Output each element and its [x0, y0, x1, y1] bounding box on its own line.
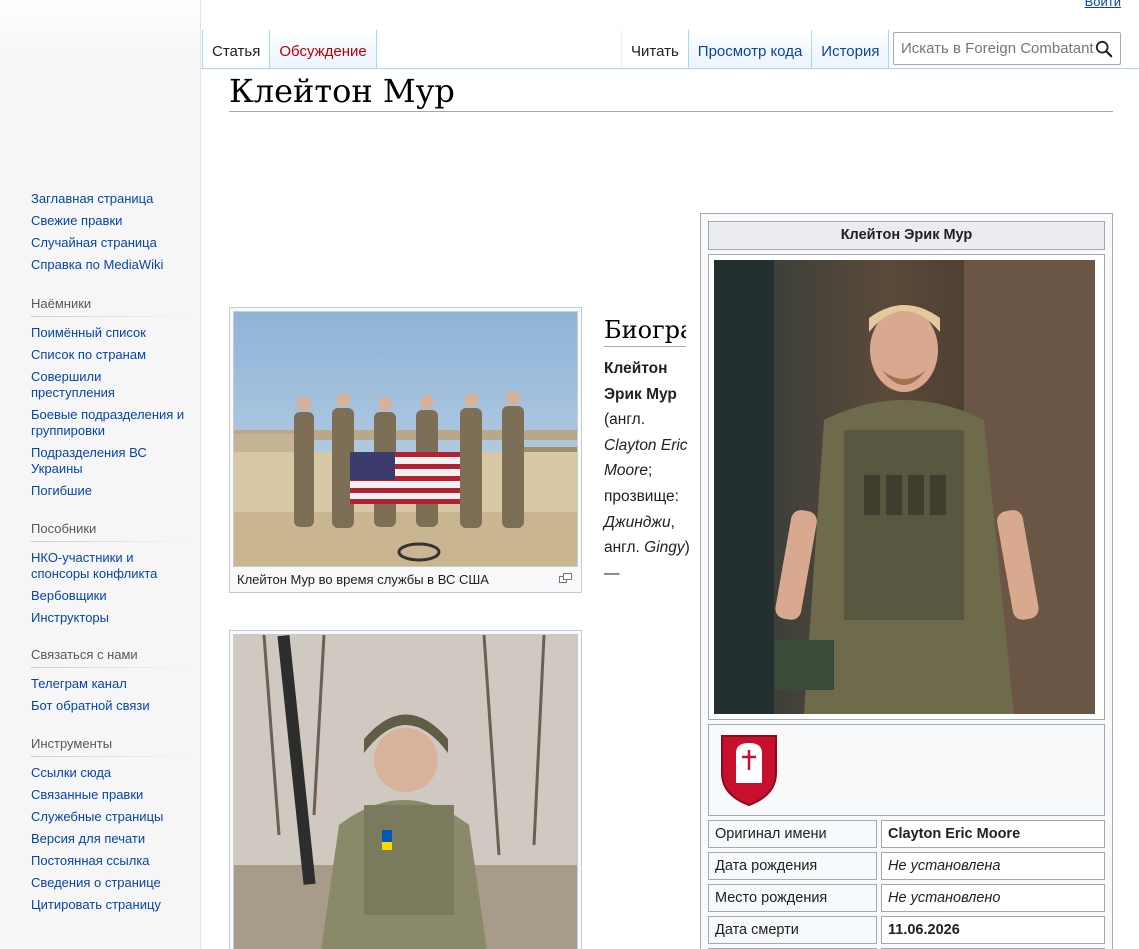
page-title: Клейтон Мур — [229, 72, 455, 110]
combat-photo[interactable] — [233, 634, 578, 949]
infobox-label: Дата рождения — [708, 852, 877, 880]
section-heading-biography: Биография — [604, 316, 686, 347]
nav-crimes[interactable]: Совершили преступления — [31, 369, 141, 401]
portlet-navigation: Заглавная страница Свежие правки Случайн… — [31, 191, 191, 279]
search-icon[interactable] — [1095, 40, 1113, 58]
infobox-value: Не установлена — [881, 852, 1105, 880]
thumbnail-caption: Клейтон Мур во время службы в ВС США — [233, 567, 578, 589]
infobox-portrait-image[interactable] — [714, 260, 1095, 714]
thumbnail-combat-photo — [229, 630, 582, 949]
tool-related-changes[interactable]: Связанные правки — [31, 787, 191, 803]
tool-page-info[interactable]: Сведения о странице — [31, 875, 191, 891]
namespace-tabs: Статья Обсуждение — [202, 30, 377, 69]
portlet-contact: Связаться с нами Телеграм канал Бот обра… — [31, 647, 191, 720]
portlet-heading-tools: Инструменты — [31, 736, 191, 757]
nav-combat-units[interactable]: Боевые подразделения и группировки — [31, 407, 191, 439]
tool-permanent-link[interactable]: Постоянная ссылка — [31, 853, 191, 869]
tab-discussion[interactable]: Обсуждение — [270, 30, 377, 69]
nav-by-country[interactable]: Список по странам — [31, 347, 191, 363]
infobox-label: Место рождения — [708, 884, 877, 912]
memorial-shield-icon — [721, 735, 777, 807]
infobox-label: Дата смерти — [708, 916, 877, 944]
nav-telegram[interactable]: Телеграм канал — [31, 676, 191, 692]
portlet-heading-accomplices: Пособники — [31, 521, 191, 542]
tool-print-version[interactable]: Версия для печати — [31, 831, 191, 847]
caption-text: Клейтон Мур во время службы в ВС США — [237, 572, 489, 587]
infobox-photo-frame — [708, 254, 1105, 720]
bio-nickname-latin: Gingy — [644, 539, 685, 557]
magnify-icon[interactable] — [559, 573, 572, 583]
infobox-emblem-cell — [708, 724, 1105, 816]
bio-nickname: Джинджи — [604, 513, 671, 531]
tab-view-source[interactable]: Просмотр кода — [688, 30, 813, 69]
portlet-heading-mercenaries: Наёмники — [31, 296, 191, 317]
login-link[interactable]: Войти — [1085, 0, 1121, 9]
nav-help[interactable]: Справка по MediaWiki — [31, 257, 191, 273]
bio-name: Клейтон Эрик Мур — [604, 360, 677, 403]
nav-instructors[interactable]: Инструкторы — [31, 610, 191, 626]
infobox-row-original-name: Оригинал имени Clayton Eric Moore — [708, 820, 1105, 848]
nav-ngo-sponsors[interactable]: НКО-участники и спонсоры конфликта — [31, 550, 176, 582]
tab-history[interactable]: История — [812, 30, 890, 69]
infobox-row-birth-place: Место рождения Не установлено — [708, 884, 1105, 912]
infobox-value: Clayton Eric Moore — [881, 820, 1105, 848]
portlet-tools: Инструменты Ссылки сюда Связанные правки… — [31, 736, 191, 919]
nav-main-page[interactable]: Заглавная страница — [31, 191, 191, 207]
tool-special-pages[interactable]: Служебные страницы — [31, 809, 191, 825]
nav-name-list[interactable]: Поимённый список — [31, 325, 191, 341]
view-tabs: Читать Просмотр кода История — [621, 30, 890, 69]
soldiers-group-image — [234, 312, 577, 566]
bio-lang1: (англ. — [604, 411, 646, 429]
biography-paragraph: Клейтон Эрик Мур (англ. Clayton Eric Moo… — [604, 356, 690, 586]
tab-read[interactable]: Читать — [621, 30, 689, 69]
portlet-accomplices: Пособники НКО-участники и спонсоры конфл… — [31, 521, 191, 632]
title-divider — [229, 111, 1113, 112]
infobox-title: Клейтон Эрик Мур — [708, 221, 1105, 250]
infobox: Клейтон Эрик Мур Оригинал имени Clayton … — [700, 213, 1113, 949]
service-photo[interactable] — [233, 311, 578, 567]
portlet-heading-contact: Связаться с нами — [31, 647, 191, 668]
nav-recruiters[interactable]: Вербовщики — [31, 588, 191, 604]
nav-killed[interactable]: Погибшие — [31, 483, 191, 499]
content-top-border — [201, 68, 1139, 69]
tool-what-links-here[interactable]: Ссылки сюда — [31, 765, 191, 781]
nav-feedback-bot[interactable]: Бот обратной связи — [31, 698, 191, 714]
infobox-value: 11.06.2026 — [881, 916, 1105, 944]
infobox-label: Оригинал имени — [708, 820, 877, 848]
portlet-mercenaries: Наёмники Поимённый список Список по стра… — [31, 296, 191, 505]
infobox-row-death-date: Дата смерти 11.06.2026 — [708, 916, 1105, 944]
tool-cite-page[interactable]: Цитировать страницу — [31, 897, 191, 913]
infobox-row-birth-date: Дата рождения Не установлена — [708, 852, 1105, 880]
bio-latin-name: Clayton Eric Moore — [604, 436, 688, 480]
thumbnail-service-photo: Клейтон Мур во время службы в ВС США — [229, 307, 582, 593]
nav-ukraine-units[interactable]: Подразделения ВС Украины — [31, 445, 171, 477]
nav-random-page[interactable]: Случайная страница — [31, 235, 191, 251]
sidebar: Заглавная страница Свежие правки Случайн… — [0, 0, 201, 949]
nav-recent-changes[interactable]: Свежие правки — [31, 213, 191, 229]
tab-article[interactable]: Статья — [203, 30, 271, 69]
search-box — [893, 32, 1121, 65]
infobox-value: Не установлено — [881, 884, 1105, 912]
search-input[interactable] — [901, 40, 1097, 57]
soldier-portrait-image — [234, 635, 577, 949]
